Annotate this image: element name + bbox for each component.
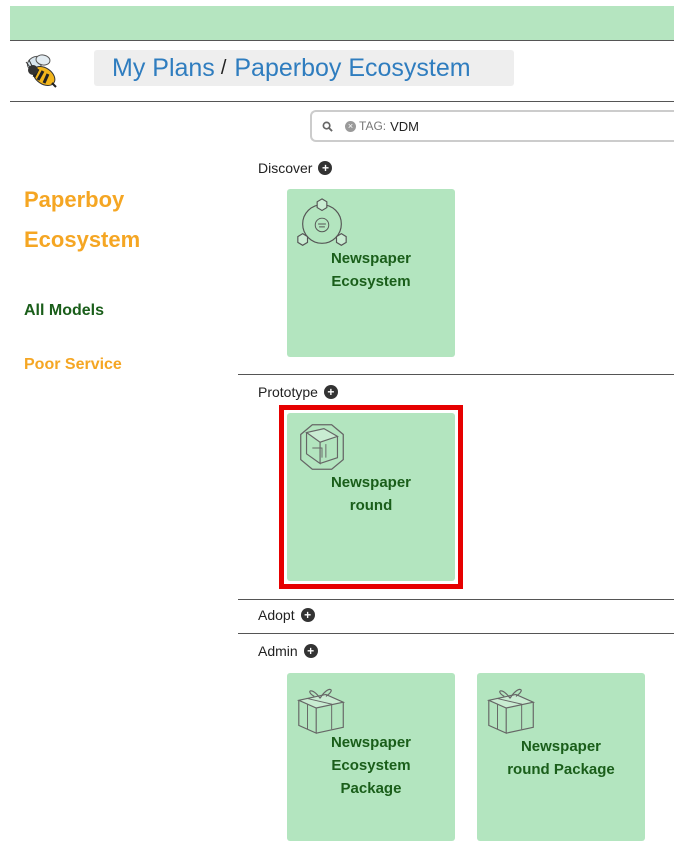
breadcrumb: My Plans / Paperboy Ecosystem <box>94 50 514 86</box>
add-adopt-icon[interactable]: + <box>300 608 315 622</box>
breadcrumb-separator: / <box>220 56 227 79</box>
add-discover-icon[interactable]: + <box>318 161 333 175</box>
section-label: Prototype <box>258 384 318 400</box>
section-divider <box>238 374 674 375</box>
ecosystem-cycle-icon <box>297 198 347 246</box>
card-label: Newspaper Ecosystem <box>330 250 412 290</box>
section-divider <box>238 599 674 600</box>
gift-package-icon <box>486 688 536 735</box>
tag-prefix: TAG: <box>359 119 387 133</box>
remove-tag-icon[interactable]: × <box>345 120 356 132</box>
section-admin: Admin + <box>258 643 318 659</box>
cube-icon <box>300 424 344 470</box>
add-prototype-icon[interactable]: + <box>323 385 338 399</box>
sidebar-item-all-models[interactable]: All Models <box>24 302 104 320</box>
card-newspaper-ecosystem-package[interactable]: Newspaper Ecosystem Package <box>287 673 455 841</box>
breadcrumb-divider <box>10 101 674 102</box>
breadcrumb-my-plans[interactable]: My Plans <box>112 54 215 83</box>
breadcrumb-current-plan[interactable]: Paperboy Ecosystem <box>234 54 470 83</box>
card-label: Newspaper round Package <box>507 738 615 778</box>
gift-package-icon <box>296 688 346 735</box>
card-label: Newspaper round <box>330 474 412 514</box>
header-divider <box>10 40 674 41</box>
section-label: Discover <box>258 160 313 176</box>
card-newspaper-ecosystem[interactable]: Newspaper Ecosystem <box>287 189 455 357</box>
card-newspaper-round[interactable]: Newspaper round <box>287 413 455 581</box>
section-label: Adopt <box>258 607 295 623</box>
section-adopt: Adopt + <box>258 607 315 623</box>
add-admin-icon[interactable]: + <box>303 644 318 658</box>
section-divider <box>238 633 674 634</box>
section-discover: Discover + <box>258 160 333 176</box>
section-prototype: Prototype + <box>258 384 338 400</box>
top-bar <box>10 6 674 40</box>
search-icon <box>322 121 333 132</box>
section-label: Admin <box>258 643 298 659</box>
card-label: Newspaper Ecosystem Package <box>330 734 412 797</box>
bee-icon[interactable] <box>22 52 62 92</box>
search-input[interactable]: × TAG: VDM <box>310 110 674 142</box>
sidebar-title: Paperboy Ecosystem <box>24 187 141 252</box>
sidebar-item-poor-service[interactable]: Poor Service <box>24 356 122 374</box>
tag-value: VDM <box>390 118 420 134</box>
card-newspaper-round-package[interactable]: Newspaper round Package <box>477 673 645 841</box>
